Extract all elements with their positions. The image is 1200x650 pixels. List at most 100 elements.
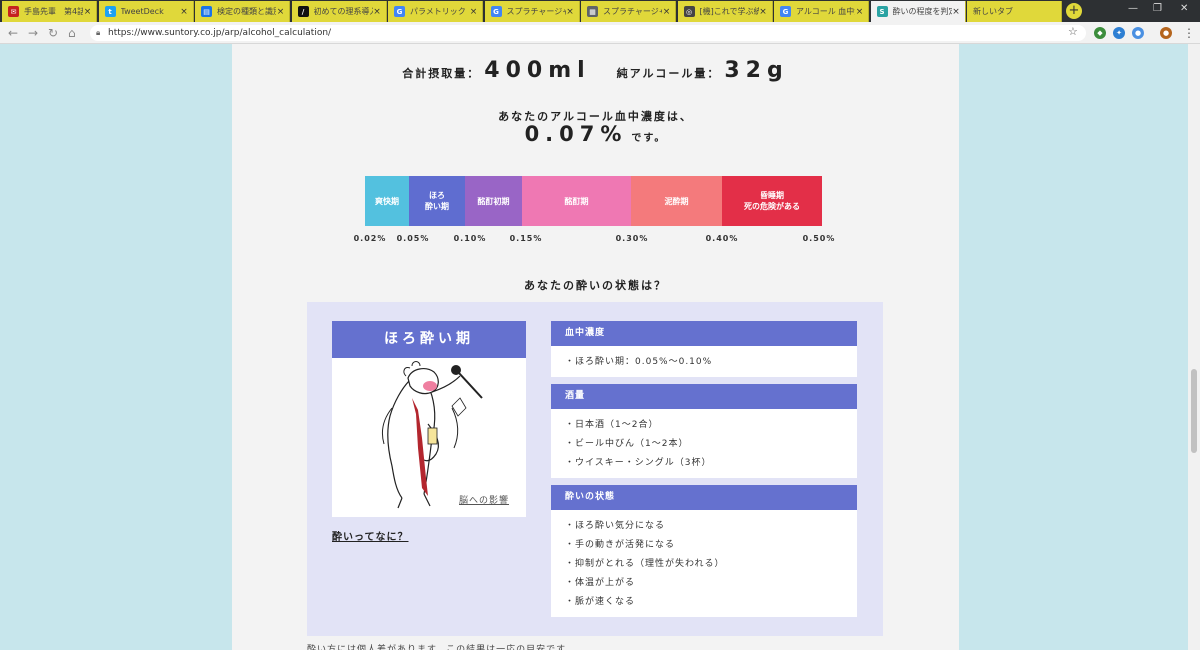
back-icon[interactable]: ← [8, 26, 18, 40]
intake-value: 400ml [484, 58, 591, 83]
minimize-icon[interactable]: — [1128, 3, 1138, 14]
stage-card: ほろ酔い期 脳への影響 [332, 321, 526, 517]
browser-tab[interactable]: G アルコール 血中濃× [774, 1, 869, 22]
footer-note: 酔い方には個人差があります。この結果は一応の目安です。 [307, 645, 576, 650]
menu-icon[interactable]: ⋮ [1183, 26, 1195, 40]
close-tab-icon[interactable]: × [469, 7, 478, 17]
close-tab-icon[interactable]: × [180, 7, 189, 17]
browser-tab[interactable]: / 初めての理系導入 × [291, 1, 387, 22]
brain-effect-link[interactable]: 脳への影響 [459, 493, 509, 506]
tab-title: 初めての理系導入 [313, 7, 373, 16]
extension-icon[interactable]: ● [1132, 27, 1144, 39]
extension-icon[interactable]: ◆ [1094, 27, 1106, 39]
book-icon: / [297, 6, 309, 17]
info-list-item: ・手の動きが活発になる [565, 540, 676, 550]
forward-icon[interactable]: → [28, 26, 38, 40]
pure-alcohol-value: 32g [724, 58, 789, 83]
google-icon: G [490, 6, 502, 17]
scale-tick-label: 0.40% [705, 234, 739, 243]
info-list-item: ・抑制がとれる（理性が失われる） [565, 559, 725, 569]
browser-tab[interactable]: G スプラチャージャー 乃× [484, 1, 580, 22]
tab-title: アルコール 血中濃 [796, 7, 855, 16]
tab-title: 酔いの程度を判定 [892, 7, 952, 16]
scale-tick-label: 0.50% [802, 234, 836, 243]
suntory-icon: S [876, 6, 888, 17]
document-icon: ▤ [201, 6, 212, 17]
tab-title: 検定の種類と識別 [217, 7, 276, 16]
scale-segment: ほろ 酔い期 [409, 176, 465, 226]
mail-icon: ✉ [8, 6, 19, 17]
tab-title: 手島先輩 第4話 [24, 7, 83, 16]
scroll-thumb[interactable] [1191, 369, 1197, 453]
tab-title: TweetDeck [120, 7, 164, 16]
url-text: https://www.suntory.co.jp/arp/alcohol_ca… [108, 28, 332, 38]
bac-value: 0.07% [524, 122, 628, 146]
close-tab-icon[interactable]: × [855, 7, 864, 17]
home-icon[interactable]: ⌂ [68, 26, 76, 40]
lock-icon: 🔒︎ [96, 28, 101, 37]
info-box-heading: 酔いの状態 [551, 485, 857, 510]
google-icon: G [394, 6, 405, 17]
scale-tick-label: 0.02% [353, 234, 387, 243]
close-tab-icon[interactable]: × [373, 7, 382, 17]
scale-tick-label: 0.30% [615, 234, 649, 243]
what-is-drunk-link[interactable]: 酔いってなに？ [332, 528, 409, 543]
scale-tick-label: 0.10% [453, 234, 487, 243]
profile-avatar[interactable]: ● [1160, 27, 1172, 39]
bac-result: 0.07% です。 [232, 122, 959, 146]
maximize-icon[interactable]: ❐ [1153, 3, 1162, 14]
scale-segment: 酩酊期 [522, 176, 631, 226]
tab-title: スプラチャージャー 乃 [506, 7, 566, 16]
intake-label: 合計摂取量： [402, 67, 481, 80]
amount-box: 酒量 ・日本酒（1～2合） ・ビール中びん（1～2本） ・ウイスキー・シングル（3杯） [551, 384, 857, 478]
tweetdeck-icon: t [104, 6, 116, 17]
state-question: あなたの酔いの状態は？ [524, 279, 667, 292]
address-bar-row: ← → ↻ ⌂ 🔒︎ https://www.suntory.co.jp/arp… [0, 22, 1200, 44]
qiita-icon: ◎ [683, 6, 695, 17]
bac-suffix: です。 [631, 133, 667, 144]
bookmark-star-icon[interactable]: ☆ [1068, 25, 1078, 38]
page-scrollbar[interactable] [1188, 44, 1200, 650]
close-tab-icon[interactable]: × [83, 7, 92, 17]
close-tab-icon[interactable]: × [952, 7, 961, 17]
browser-tab[interactable]: G パラメトリック ノンパ× [388, 1, 483, 22]
totals-row: 合計摂取量： 400ml 純アルコール量： 32g [232, 58, 959, 83]
close-tab-icon[interactable]: × [566, 7, 575, 17]
tab-title: スプラチャージャー [603, 7, 662, 16]
browser-tab[interactable]: t TweetDeck × [98, 1, 194, 22]
scale-tick-label: 0.15% [509, 234, 543, 243]
intoxication-scale: 爽快期 ほろ 酔い期 酩酊初期 酩酊期 泥酔期 昏睡期 死の危険がある [365, 176, 822, 226]
close-tab-icon[interactable]: × [759, 7, 768, 17]
browser-tab[interactable]: ▤ 検定の種類と識別 × [195, 1, 290, 22]
page-viewport: 合計摂取量： 400ml 純アルコール量： 32g あなたのアルコール血中濃度は… [0, 44, 1200, 650]
tab-title: パラメトリック ノンパ [410, 7, 469, 16]
info-list-item: ・日本酒（1～2合） [565, 420, 659, 430]
extension-icon[interactable]: ✦ [1113, 27, 1125, 39]
info-list-item: ・脈が速くなる [565, 597, 636, 607]
close-tab-icon[interactable]: × [662, 7, 671, 17]
main-content: 合計摂取量： 400ml 純アルコール量： 32g あなたのアルコール血中濃度は… [232, 44, 959, 650]
browser-tab[interactable]: ▦ スプラチャージャー× [581, 1, 676, 22]
close-window-icon[interactable]: ✕ [1180, 3, 1188, 14]
close-tab-icon[interactable]: × [276, 7, 285, 17]
calendar-icon: ▦ [587, 6, 598, 17]
google-icon: G [780, 6, 791, 17]
tab-title: 新しいタブ [973, 7, 1013, 16]
reload-icon[interactable]: ↻ [48, 26, 58, 40]
new-tab-button[interactable]: + [1066, 3, 1082, 19]
browser-tab[interactable]: 新しいタブ [967, 1, 1062, 22]
info-list-item: ・体温が上がる [565, 578, 636, 588]
browser-tab[interactable]: ◎ [機]これで学ぶ統計× [677, 1, 773, 22]
info-box-heading: 血中濃度 [551, 321, 857, 346]
scale-segment: 昏睡期 死の危険がある [722, 176, 822, 226]
bac-range-box: 血中濃度・ほろ酔い期：0.05%～0.10% [551, 321, 857, 377]
browser-tab[interactable]: S 酔いの程度を判定 × [870, 1, 966, 22]
scale-tick-label: 0.05% [396, 234, 430, 243]
browser-tab[interactable]: ✉ 手島先輩 第4話 × [2, 1, 97, 22]
url-input[interactable]: 🔒︎ https://www.suntory.co.jp/arp/alcohol… [90, 25, 1086, 41]
info-list-item: ・ウイスキー・シングル（3杯） [565, 458, 712, 468]
stage-title: ほろ酔い期 [332, 321, 526, 358]
state-panel: ほろ酔い期 脳への影響 酔いってなに？ 血中濃度 ・ほろ酔い期：0.05%～0.… [307, 302, 883, 636]
info-list-item: ・ほろ酔い期：0.05%～0.10% [565, 357, 713, 367]
scale-segment: 酩酊初期 [465, 176, 522, 226]
